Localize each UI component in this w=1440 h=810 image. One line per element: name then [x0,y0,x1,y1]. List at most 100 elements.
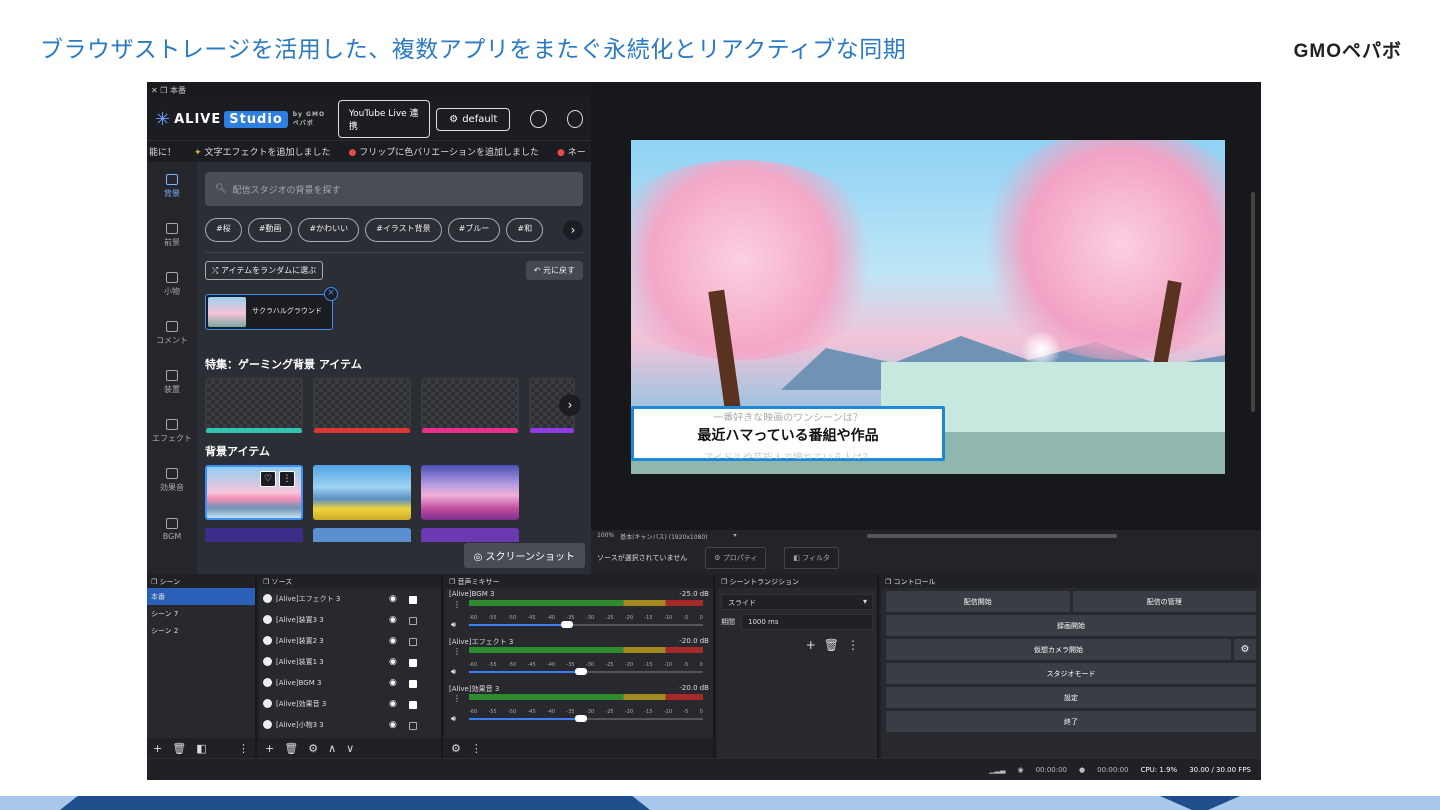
canvas-mode[interactable]: 基本(キャンバス) (1920x1080) [620,532,707,541]
source-row[interactable]: [Alive]効果音 3 ◉ [259,693,441,714]
speaker-icon[interactable]: 🔊︎ [451,714,456,724]
profile-button[interactable]: ⚙ default [436,107,511,131]
gear-icon[interactable]: ⚙ [308,742,318,755]
chevron-up-icon[interactable]: ∧ [328,742,336,755]
start-stream-button[interactable]: 配信開始 [886,591,1070,612]
more-icon[interactable]: ⋮ [847,638,867,652]
eye-icon[interactable]: ◉ [389,657,397,667]
feature-item[interactable] [421,378,519,433]
horizontal-scrollbar[interactable] [867,534,1117,538]
add-icon[interactable]: + [153,742,162,755]
more-icon[interactable]: ⋮ [471,742,482,755]
source-row[interactable]: [Alive]小物3 3 ◉ [259,714,441,735]
more-icon[interactable]: ⋮ [279,471,295,487]
tag-chip[interactable]: #かわいい [298,218,360,242]
source-row[interactable]: [Alive]装置1 3 ◉ [259,651,441,672]
bg-item[interactable]: ♡ ⋮ [205,465,303,520]
reset-button[interactable]: ↶ 元に戻す [525,261,583,280]
scene-item[interactable]: 本番 [147,588,255,605]
add-icon[interactable]: + [265,742,274,755]
more-icon[interactable]: ⋮ [238,742,249,755]
eye-icon[interactable]: ◉ [389,720,397,730]
start-record-button[interactable]: 録画開始 [886,615,1256,636]
more-icon[interactable]: ⋮ [453,600,461,609]
unlock-icon[interactable] [409,638,417,646]
source-row[interactable]: [Alive]エフェクト 3 ◉ [259,588,441,609]
youtube-live-button[interactable]: YouTube Live 連携 [337,100,431,138]
screenshot-button[interactable]: ◎ スクリーンショット [463,543,585,568]
exit-button[interactable]: 終了 [886,711,1256,732]
sidebar-item-props[interactable]: 小物 [147,260,197,309]
more-icon[interactable]: ⋮ [453,647,461,656]
volume-slider[interactable] [469,621,703,628]
eye-icon[interactable]: ◉ [389,594,397,604]
account-icon[interactable] [566,110,583,128]
sidebar-item-foreground[interactable]: 前景 [147,211,197,260]
add-icon[interactable]: + [806,638,824,652]
unlock-icon[interactable] [409,617,417,625]
sidebar-item-effect[interactable]: エフェクト [147,407,197,456]
chevron-down-icon[interactable]: ▾ [734,532,737,540]
source-row[interactable]: [Alive]BGM 3 ◉ [259,672,441,693]
duration-input[interactable]: 1000 ms [741,614,873,630]
trash-icon[interactable]: 🗑︎ [284,742,298,755]
settings-button[interactable]: 設定 [886,687,1256,708]
random-button[interactable]: ⤮ アイテムをランダムに選ぶ [205,261,324,280]
tag-chip[interactable]: #桜 [205,218,242,242]
properties-button[interactable]: ⚙ プロパティ [705,547,767,569]
lock-icon[interactable] [409,596,417,604]
lock-icon[interactable] [409,701,417,709]
gear-icon[interactable]: ⚙ [451,742,461,755]
sidebar-item-background[interactable]: 背景 [147,162,197,211]
chevron-right-icon[interactable]: › [559,394,581,416]
eye-icon[interactable]: ◉ [389,615,397,625]
transition-select[interactable]: スライド [721,594,873,610]
speaker-icon[interactable]: 🔊︎ [451,667,456,677]
close-icon[interactable]: ✕ [151,86,158,95]
heart-icon[interactable]: ♡ [260,471,276,487]
studio-mode-button[interactable]: スタジオモード [886,663,1256,684]
filter-icon[interactable]: ◧ [196,742,206,755]
sidebar-item-comment[interactable]: コメント [147,309,197,358]
unlock-icon[interactable] [409,722,417,730]
globe-icon[interactable] [530,110,547,128]
volume-slider[interactable] [469,715,703,722]
bg-item[interactable] [205,528,303,542]
lock-icon[interactable] [409,659,417,667]
selected-item-card[interactable]: サクラハルグラウンド × [205,287,338,330]
feature-item[interactable] [205,378,303,433]
speaker-icon[interactable]: 🔊︎ [451,620,456,630]
more-icon[interactable]: ⋮ [453,694,461,703]
manage-stream-button[interactable]: 配信の管理 [1072,591,1256,612]
bg-item[interactable] [313,528,411,542]
bg-item[interactable] [421,528,519,542]
preview-canvas[interactable]: 一番好きな映画のワンシーンは？ 最近ハマっている番組や作品 アイドルや芸能人で憧… [631,140,1225,474]
search-input[interactable]: 🔍︎ 配信スタジオの背景を探す [205,172,583,206]
tag-chip[interactable]: #ブルー [447,218,501,242]
eye-icon[interactable]: ◉ [389,636,397,646]
vertical-scrollbar[interactable] [1251,192,1255,412]
bg-item[interactable] [313,465,411,520]
volume-slider[interactable] [469,668,703,675]
tag-chip[interactable]: #和 [506,218,544,242]
virtual-camera-button[interactable]: 仮想カメラ開始 [886,639,1231,660]
sidebar-item-device[interactable]: 装置 [147,358,197,407]
close-icon[interactable]: × [324,287,338,301]
tag-chip[interactable]: #動画 [247,218,293,242]
source-row[interactable]: [Alive]装置2 3 ◉ [259,630,441,651]
gear-icon[interactable]: ⚙ [1234,639,1256,660]
sidebar-item-bgm[interactable]: BGM [147,505,197,554]
sidebar-item-sound[interactable]: 効果音 [147,456,197,505]
trash-icon[interactable]: 🗑︎ [172,742,186,755]
tag-chip[interactable]: #イラスト背景 [365,218,442,242]
lock-icon[interactable] [409,680,417,688]
filter-button[interactable]: ◧ フィルタ [784,547,840,569]
scene-item[interactable]: シーン 2 [147,622,255,639]
trash-icon[interactable]: 🗑︎ [824,638,847,652]
source-row[interactable]: [Alive]装置3 3 ◉ [259,609,441,630]
eye-icon[interactable]: ◉ [389,678,397,688]
zoom-level[interactable]: 100% [597,532,614,540]
chevron-right-icon[interactable]: › [563,220,583,240]
eye-icon[interactable]: ◉ [389,699,397,709]
bg-item[interactable] [421,465,519,520]
